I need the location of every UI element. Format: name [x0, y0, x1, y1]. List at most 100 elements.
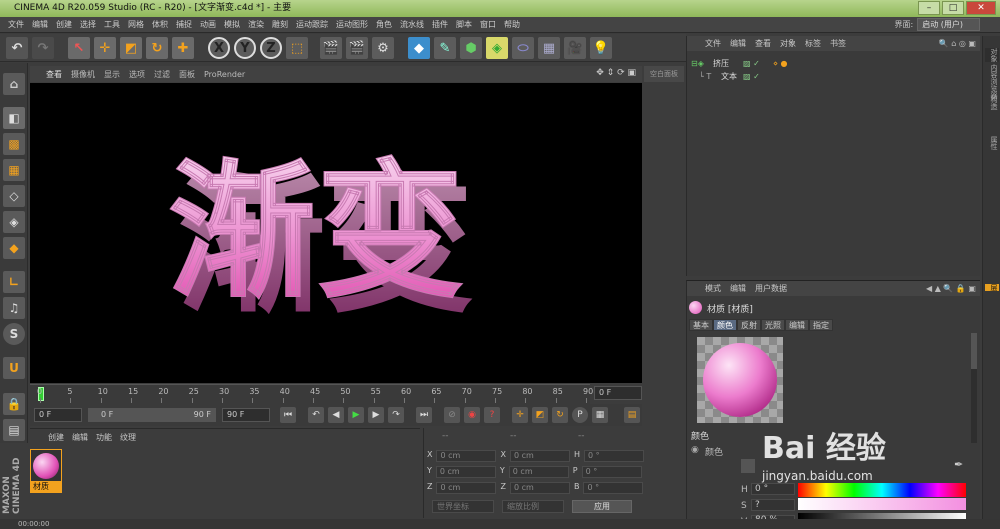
record-icon[interactable]: ◉	[464, 407, 480, 423]
live-select-icon[interactable]: ↖	[68, 37, 90, 59]
tab-basic[interactable]: 基本	[689, 319, 713, 331]
key-param-icon[interactable]: P	[572, 407, 588, 423]
next-key-icon[interactable]: ↷	[388, 407, 404, 423]
magnet-icon[interactable]: U	[3, 357, 25, 379]
menu-file[interactable]: 文件	[4, 19, 28, 30]
rot-b-field[interactable]: 0 °	[583, 482, 644, 494]
viewport-menu-prorender[interactable]: ProRender	[204, 70, 245, 79]
menu-create[interactable]: 创建	[52, 19, 76, 30]
end-frame-field[interactable]: 90 F	[222, 408, 270, 422]
obj-search-icons[interactable]: 🔍 ⌂ ◎ ▣	[939, 36, 976, 51]
viewport-menu-options[interactable]: 选项	[129, 69, 145, 80]
light-icon[interactable]: 💡	[590, 37, 612, 59]
key-pla-icon[interactable]: ▦	[592, 407, 608, 423]
array-icon[interactable]: ◈	[486, 37, 508, 59]
menu-snap[interactable]: 捕捉	[172, 19, 196, 30]
tab-color[interactable]: 颜色	[713, 319, 737, 331]
menu-sculpt[interactable]: 雕刻	[268, 19, 292, 30]
frame-range-slider[interactable]: 0 F 90 F	[88, 408, 216, 422]
axis-mode-icon[interactable]: ∟	[3, 271, 25, 293]
size-mode-dropdown[interactable]: 缩放比例	[502, 500, 564, 513]
mat-menu-texture[interactable]: 纹理	[120, 432, 136, 443]
pos-z-field[interactable]: 0 cm	[436, 482, 497, 494]
key-scale-icon[interactable]: ◩	[532, 407, 548, 423]
viewport-menu-filter[interactable]: 过滤	[154, 69, 170, 80]
edges-mode-icon[interactable]: ◈	[3, 211, 25, 233]
object-row-text[interactable]: └ T 文本 ▨ ✓	[687, 70, 981, 83]
attr-menu-edit[interactable]: 编辑	[730, 281, 746, 296]
pos-x-field[interactable]: 0 cm	[436, 450, 497, 462]
z-axis-icon[interactable]: Z	[260, 37, 282, 59]
menu-animate[interactable]: 动画	[196, 19, 220, 30]
obj-menu-edit[interactable]: 编辑	[730, 36, 746, 51]
obj-menu-bookmarks[interactable]: 书签	[830, 36, 846, 51]
menu-tools[interactable]: 工具	[100, 19, 124, 30]
visibility-icon[interactable]: ▨ ✓	[743, 57, 760, 70]
visibility-icon[interactable]: ▨ ✓	[743, 70, 760, 83]
menu-mograph[interactable]: 运动图形	[332, 19, 372, 30]
tab-assign[interactable]: 指定	[809, 319, 833, 331]
rotate-icon[interactable]: ↻	[146, 37, 168, 59]
material-thumbnail[interactable]: 材质	[30, 449, 62, 493]
camera-icon[interactable]: 🎥	[564, 37, 586, 59]
attr-menu-userdata[interactable]: 用户数据	[755, 281, 787, 296]
x-axis-icon[interactable]: X	[208, 37, 230, 59]
viewport-menu-display[interactable]: 显示	[104, 69, 120, 80]
prev-frame-icon[interactable]: ◀	[328, 407, 344, 423]
menu-pipeline[interactable]: 流水线	[396, 19, 428, 30]
tag-icons[interactable]: ⋄ ●	[773, 57, 788, 70]
object-row-extrude[interactable]: ⊟◈ 挤压 ▨ ✓ ⋄ ●	[687, 57, 981, 70]
cube-icon[interactable]: ◆	[408, 37, 430, 59]
key-position-icon[interactable]: ✛	[512, 407, 528, 423]
polygons-mode-icon[interactable]: ◆	[3, 237, 25, 259]
menu-render[interactable]: 渲染	[244, 19, 268, 30]
attr-menu-mode[interactable]: 模式	[705, 281, 721, 296]
render-settings-icon[interactable]: ⚙	[372, 37, 394, 59]
viewport-menu-cameras[interactable]: 摄像机	[71, 69, 95, 80]
menu-script[interactable]: 脚本	[452, 19, 476, 30]
color-swatch-icon[interactable]	[741, 459, 755, 473]
tab-editor[interactable]: 编辑	[785, 319, 809, 331]
coordinate-system-icon[interactable]: ⬚	[286, 37, 308, 59]
timeline-ruler[interactable]: 0 5 10 15 20 25 30 35 40 45 50 55 60 65 70 75 80 85 90	[30, 384, 593, 404]
move-icon[interactable]: ✛	[94, 37, 116, 59]
menu-select[interactable]: 选择	[76, 19, 100, 30]
prev-key-icon[interactable]: ↶	[308, 407, 324, 423]
viewport-nav-icons[interactable]: ✥ ⇕ ⟳ ▣	[596, 68, 636, 78]
subdivision-icon[interactable]: ⬢	[460, 37, 482, 59]
undo-icon[interactable]: ↶	[6, 37, 28, 59]
menu-edit[interactable]: 编辑	[28, 19, 52, 30]
render-view-icon[interactable]: 🎬	[320, 37, 342, 59]
pen-icon[interactable]: ✎	[434, 37, 456, 59]
rot-p-field[interactable]: 0 °	[581, 466, 642, 478]
play-icon[interactable]: ▶	[348, 407, 364, 423]
planar-workplane-icon[interactable]: ▤	[3, 419, 25, 441]
key-rotation-icon[interactable]: ↻	[552, 407, 568, 423]
goto-end-icon[interactable]: ⏭	[416, 407, 432, 423]
size-x-field[interactable]: 0 cm	[509, 450, 570, 462]
points-mode-icon[interactable]: ◇	[3, 185, 25, 207]
mat-menu-edit[interactable]: 编辑	[72, 432, 88, 443]
next-frame-icon[interactable]: ▶	[368, 407, 384, 423]
make-editable-icon[interactable]: ⌂	[3, 73, 25, 95]
hsv-s-field[interactable]: ?	[751, 499, 795, 511]
obj-menu-view[interactable]: 查看	[755, 36, 771, 51]
menu-plugins[interactable]: 插件	[428, 19, 452, 30]
snapping-icon[interactable]: S	[3, 323, 25, 345]
workplane-icon[interactable]: ▦	[3, 159, 25, 181]
obj-menu-objects[interactable]: 对象	[780, 36, 796, 51]
menu-character[interactable]: 角色	[372, 19, 396, 30]
pos-y-field[interactable]: 0 cm	[435, 466, 496, 478]
texture-mode-icon[interactable]: ▩	[3, 133, 25, 155]
keyframe-icon[interactable]: ⊘	[444, 407, 460, 423]
obj-menu-file[interactable]: 文件	[705, 36, 721, 51]
size-y-field[interactable]: 0 cm	[508, 466, 569, 478]
material-preview[interactable]	[697, 337, 783, 423]
attr-nav-icons[interactable]: ◀ ▲ 🔍 🔒 ▣	[926, 281, 976, 296]
menu-volume[interactable]: 体积	[148, 19, 172, 30]
deformer-icon[interactable]: ⬭	[512, 37, 534, 59]
side-tab-content-browser[interactable]: 构造	[985, 96, 999, 110]
saturation-slider[interactable]	[798, 498, 966, 510]
render-picture-viewer-icon[interactable]: 🎬	[346, 37, 368, 59]
mat-menu-create[interactable]: 创建	[48, 432, 64, 443]
